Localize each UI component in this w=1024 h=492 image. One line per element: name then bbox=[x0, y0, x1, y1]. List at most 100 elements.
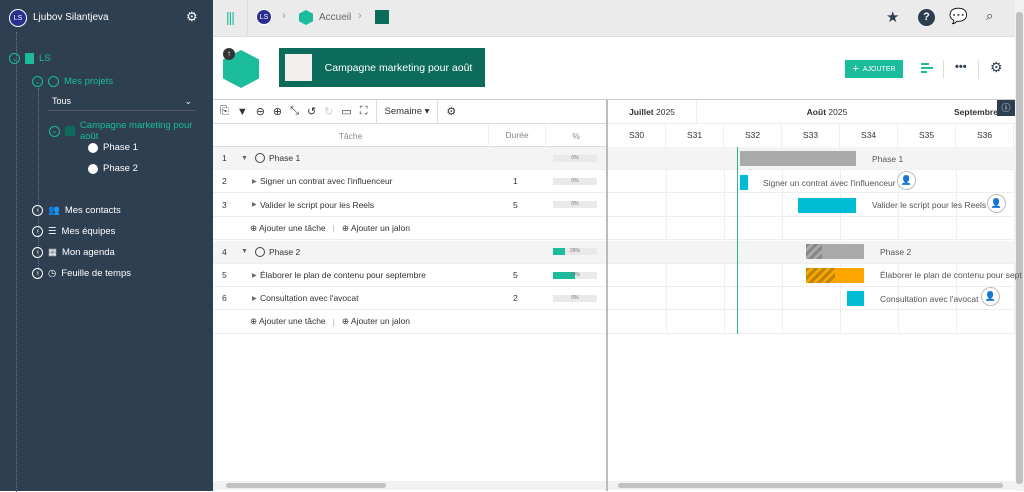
filter-icon[interactable]: ▼ bbox=[237, 106, 248, 118]
phase-row[interactable]: 1 ▼ Phase 1 0% bbox=[213, 147, 606, 170]
task-row[interactable]: 3 ▶ Valider le script pour les Reels 5 0% bbox=[213, 194, 606, 217]
info-icon[interactable]: ⓘ bbox=[997, 100, 1015, 116]
collapse-icon[interactable]: ⤡ bbox=[290, 105, 299, 118]
user-name[interactable]: Ljubov Silantjeva bbox=[33, 12, 109, 23]
avatar[interactable]: LS bbox=[9, 9, 27, 27]
breadcrumb-home[interactable]: Accueil bbox=[319, 12, 351, 23]
progress-bar[interactable]: 0% bbox=[553, 154, 597, 162]
task-bar-late[interactable] bbox=[806, 268, 864, 283]
progress-bar[interactable]: 28% bbox=[553, 248, 597, 256]
fullscreen-icon[interactable]: ⛶ bbox=[360, 105, 368, 118]
sidebar-item-projects[interactable]: ⌄ Mes projets bbox=[32, 76, 113, 87]
upload-icon[interactable]: ↑ bbox=[223, 48, 235, 60]
task-name[interactable]: Phase 2 bbox=[269, 247, 300, 257]
grid-hscrollbar[interactable] bbox=[213, 481, 606, 490]
col-percent[interactable]: % bbox=[546, 131, 606, 141]
page-scrollbar[interactable] bbox=[1015, 0, 1024, 491]
sidebar-item-project[interactable]: ⌄ Campagne marketing pour août bbox=[49, 120, 213, 142]
sidebar-item-teams[interactable]: › ☰ Mes équipes bbox=[32, 226, 115, 237]
expand-caret-icon[interactable]: ▶ bbox=[252, 201, 257, 208]
collapse-caret-icon[interactable]: ▼ bbox=[241, 155, 248, 162]
gear-icon[interactable]: ⚙ bbox=[186, 9, 198, 25]
task-bar[interactable] bbox=[798, 198, 856, 213]
zoom-out-icon[interactable]: ⊖ bbox=[256, 105, 265, 118]
chevron-down-icon[interactable]: ⌄ bbox=[49, 125, 60, 137]
task-bar[interactable] bbox=[740, 175, 748, 190]
task-bar[interactable] bbox=[847, 291, 864, 306]
scale-select[interactable]: Semaine ▾ bbox=[375, 99, 439, 124]
phase-2-bar[interactable] bbox=[806, 244, 864, 259]
chat-icon[interactable]: 💬 bbox=[949, 7, 968, 25]
task-name[interactable]: Élaborer le plan de contenu pour septemb… bbox=[260, 270, 426, 280]
add-label: AJOUTER bbox=[862, 65, 896, 73]
row-number: 6 bbox=[222, 293, 227, 304]
progress-bar[interactable]: 0% bbox=[553, 294, 597, 302]
sidebar-item-timesheet[interactable]: › ◷ Feuille de temps bbox=[32, 268, 131, 279]
gantt-hscrollbar[interactable] bbox=[608, 481, 1015, 490]
add-button[interactable]: + AJOUTER bbox=[845, 60, 903, 78]
add-milestone-link[interactable]: ⊕ Ajouter un jalon bbox=[342, 316, 410, 327]
chevron-right-icon[interactable]: › bbox=[32, 226, 43, 237]
folder-icon[interactable]: ▭ bbox=[341, 105, 351, 118]
sidebar-item-contacts[interactable]: › 👥 Mes contacts bbox=[32, 205, 121, 216]
tree-root[interactable]: ⌄ LS bbox=[9, 53, 51, 64]
undo-icon[interactable]: ↺ bbox=[307, 105, 316, 118]
assign-user-icon[interactable]: 👤 bbox=[897, 171, 916, 190]
col-task[interactable]: Tâche bbox=[213, 131, 488, 141]
week-label: S35 bbox=[898, 124, 956, 147]
sidebar-item-agenda[interactable]: › ▦ Mon agenda bbox=[32, 247, 115, 258]
task-name[interactable]: Phase 1 bbox=[269, 153, 300, 163]
task-name[interactable]: Signer un contrat avec l'influenceur bbox=[260, 176, 393, 186]
assign-user-icon[interactable]: 👤 bbox=[987, 194, 1006, 213]
export-icon[interactable]: ⎘ bbox=[220, 105, 229, 118]
task-duration[interactable]: 5 bbox=[513, 270, 518, 280]
sidebar-item-phase-2[interactable]: Phase 2 bbox=[88, 163, 138, 174]
task-row[interactable]: 5 ▶ Élaborer le plan de contenu pour septe… bbox=[213, 264, 606, 287]
star-icon[interactable]: ★ bbox=[886, 8, 899, 26]
phase-label: Phase 2 bbox=[103, 163, 138, 174]
grid-settings-icon[interactable]: ⚙ bbox=[446, 105, 456, 118]
search-icon[interactable]: ⌕ bbox=[986, 8, 993, 24]
phase-1-bar[interactable] bbox=[740, 151, 856, 166]
add-task-link[interactable]: ⊕ Ajouter une tâche bbox=[250, 223, 326, 234]
project-image[interactable] bbox=[285, 54, 312, 81]
settings-icon[interactable]: ⚙ bbox=[990, 59, 1003, 76]
task-duration[interactable]: 5 bbox=[513, 200, 518, 210]
sidebar-item-phase-1[interactable]: Phase 1 bbox=[88, 142, 138, 153]
chevron-down-icon[interactable]: ⌄ bbox=[9, 53, 20, 64]
more-icon[interactable]: ••• bbox=[955, 61, 967, 73]
task-row[interactable]: 2 ▶ Signer un contrat avec l'influenceur 1 0… bbox=[213, 170, 606, 194]
gantt-view-icon[interactable] bbox=[921, 63, 933, 75]
phase-icon bbox=[88, 163, 98, 174]
chevron-down-icon[interactable]: ⌄ bbox=[32, 76, 43, 87]
task-duration[interactable]: 2 bbox=[513, 293, 518, 303]
progress-bar[interactable]: 50% bbox=[553, 271, 597, 279]
task-row[interactable]: 6 ▶ Consultation avec l'avocat 2 0% bbox=[213, 287, 606, 311]
task-name[interactable]: Consultation avec l'avocat bbox=[260, 293, 359, 303]
chevron-right-icon[interactable]: › bbox=[32, 247, 43, 258]
redo-icon[interactable]: ↻ bbox=[324, 105, 333, 118]
expand-caret-icon[interactable]: ▶ bbox=[252, 272, 257, 279]
filter-select[interactable]: Tous ⌄ bbox=[48, 92, 196, 111]
contacts-icon: 👥 bbox=[48, 205, 60, 216]
phase-row[interactable]: 4 ▼ Phase 2 28% bbox=[213, 240, 606, 264]
breadcrumb-avatar[interactable]: LS bbox=[256, 9, 272, 25]
task-name[interactable]: Valider le script pour les Reels bbox=[260, 200, 374, 210]
progress-bar[interactable]: 0% bbox=[553, 201, 597, 209]
add-milestone-link[interactable]: ⊕ Ajouter un jalon bbox=[342, 223, 410, 234]
breadcrumb-project-icon[interactable] bbox=[375, 10, 389, 24]
assign-user-icon[interactable]: 👤 bbox=[981, 287, 1000, 306]
col-duration[interactable]: Durée bbox=[488, 124, 546, 147]
expand-caret-icon[interactable]: ▶ bbox=[252, 178, 257, 185]
chevron-right-icon[interactable]: › bbox=[32, 268, 43, 279]
chevron-right-icon[interactable]: › bbox=[32, 205, 43, 216]
expand-caret-icon[interactable]: ▶ bbox=[252, 295, 257, 302]
zoom-in-icon[interactable]: ⊕ bbox=[273, 105, 282, 118]
task-duration[interactable]: 1 bbox=[513, 176, 518, 186]
collapse-caret-icon[interactable]: ▼ bbox=[241, 248, 248, 255]
project-title-banner[interactable]: Campagne marketing pour août bbox=[279, 48, 485, 87]
add-task-link[interactable]: ⊕ Ajouter une tâche bbox=[250, 316, 326, 327]
progress-bar[interactable]: 0% bbox=[553, 177, 597, 185]
help-icon[interactable]: ? bbox=[918, 9, 935, 26]
phase-icon bbox=[88, 142, 98, 153]
